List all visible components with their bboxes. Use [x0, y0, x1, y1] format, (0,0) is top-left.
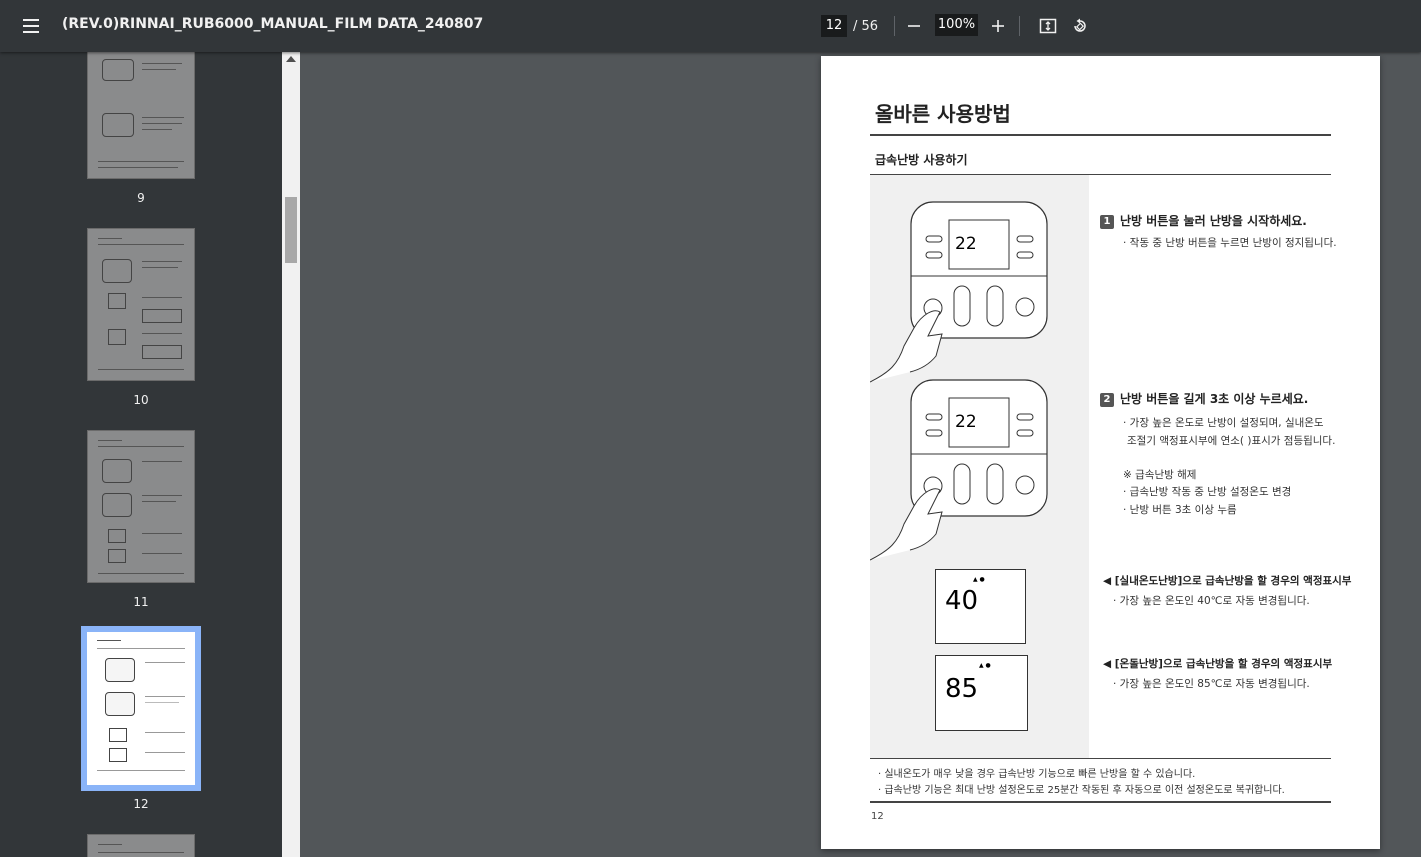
page-total: / 56 [853, 18, 879, 34]
step-1-heading: 1 난방 버튼을 눌러 난방을 시작하세요. [1100, 212, 1307, 229]
lcd-2-heading: ◀ [온돌난방]으로 급속난방을 할 경우의 액정표시부 [1103, 658, 1333, 670]
device-display-value: 22 [955, 412, 977, 432]
toolbar-divider [1019, 16, 1020, 36]
controller-illustration-2: 22 [870, 379, 1048, 561]
sidebar-scrollbar[interactable] [282, 52, 300, 857]
section-subtitle: 급속난방 사용하기 [875, 153, 968, 167]
controller-illustration-1: 22 [870, 201, 1048, 383]
footer-note-2: · 급속난방 기능은 최대 난방 설정온도로 25분간 작동된 후 자동으로 이… [878, 785, 1285, 796]
lcd-1-text: · 가장 높은 온도인 40℃로 자동 변경됩니다. [1113, 595, 1310, 607]
thumbnail-label: 12 [133, 797, 149, 811]
zoom-input[interactable]: 100% [935, 14, 978, 36]
fit-page-icon[interactable] [1034, 12, 1062, 40]
title-rule [870, 134, 1331, 136]
lcd-1-heading: ◀ [실내온도난방]으로 급속난방을 할 경우의 액정표시부 [1103, 575, 1352, 587]
toolbar-divider [894, 16, 895, 36]
page-title: 올바른 사용방법 [875, 102, 1011, 126]
thumbnail-label: 9 [137, 191, 145, 205]
thumbnail-page-9[interactable] [87, 52, 195, 179]
thumbnail-page-12[interactable] [81, 626, 201, 791]
thumbnail-page-11[interactable] [87, 430, 195, 583]
thumbnail-label: 11 [133, 595, 149, 609]
footer-rule-top [870, 758, 1331, 759]
footer-note-1: · 실내온도가 매우 낮을 경우 급속난방 기능으로 빠른 난방을 할 수 있습… [878, 769, 1196, 780]
thumbnail-page-13[interactable] [87, 834, 195, 857]
zoom-in-icon[interactable] [984, 12, 1012, 40]
step-2-heading: 2 난방 버튼을 길게 3초 이상 누르세요. [1100, 390, 1308, 407]
lcd-2-text: · 가장 높은 온도인 85℃로 자동 변경됩니다. [1113, 678, 1310, 690]
thumbnail-sidebar: 9 10 11 12 [0, 52, 282, 857]
device-display-value: 22 [955, 234, 977, 254]
lcd-display-1: 40 ▲ ● [935, 569, 1026, 644]
scroll-up-icon[interactable] [286, 56, 296, 62]
step-1-text: · 작동 중 난방 버튼을 누르면 난방이 정지됩니다. [1123, 237, 1337, 249]
thumbnail-page-10[interactable] [87, 228, 195, 381]
svg-text:▲ ●: ▲ ● [979, 662, 991, 669]
page-number: 12 [871, 811, 884, 822]
lcd-display-2: 85 ▲ ● [935, 655, 1028, 731]
document-page: 올바른 사용방법 급속난방 사용하기 22 22 40 ▲ ● 85 ▲ ● 1… [821, 56, 1380, 849]
note-line-2: · 난방 버튼 3초 이상 누름 [1123, 504, 1237, 516]
rotate-icon[interactable] [1066, 12, 1094, 40]
svg-text:85: 85 [945, 674, 978, 704]
step-2-line-2: 조절기 액정표시부에 연소( )표시가 점등됩니다. [1127, 435, 1336, 447]
thumbnail-label: 10 [133, 393, 149, 407]
zoom-out-icon[interactable] [900, 12, 928, 40]
menu-icon[interactable] [14, 10, 48, 42]
step-2-line-1: · 가장 높은 온도로 난방이 설정되며, 실내온도 [1123, 417, 1324, 429]
document-title: (REV.0)RINNAI_RUB6000_MANUAL_FILM DATA_2… [62, 16, 484, 32]
svg-text:▲ ●: ▲ ● [973, 576, 985, 583]
svg-text:40: 40 [945, 586, 978, 616]
toolbar: (REV.0)RINNAI_RUB6000_MANUAL_FILM DATA_2… [0, 0, 1421, 52]
note-title: ※ 급속난방 해제 [1123, 469, 1197, 481]
footer-rule-bottom [870, 801, 1331, 803]
scrollbar-thumb[interactable] [285, 197, 297, 263]
page-number-input[interactable]: 12 [821, 15, 847, 37]
note-line-1: · 급속난방 작동 중 난방 설정온도 변경 [1123, 486, 1292, 498]
page-control: 12 / 56 [821, 14, 878, 38]
